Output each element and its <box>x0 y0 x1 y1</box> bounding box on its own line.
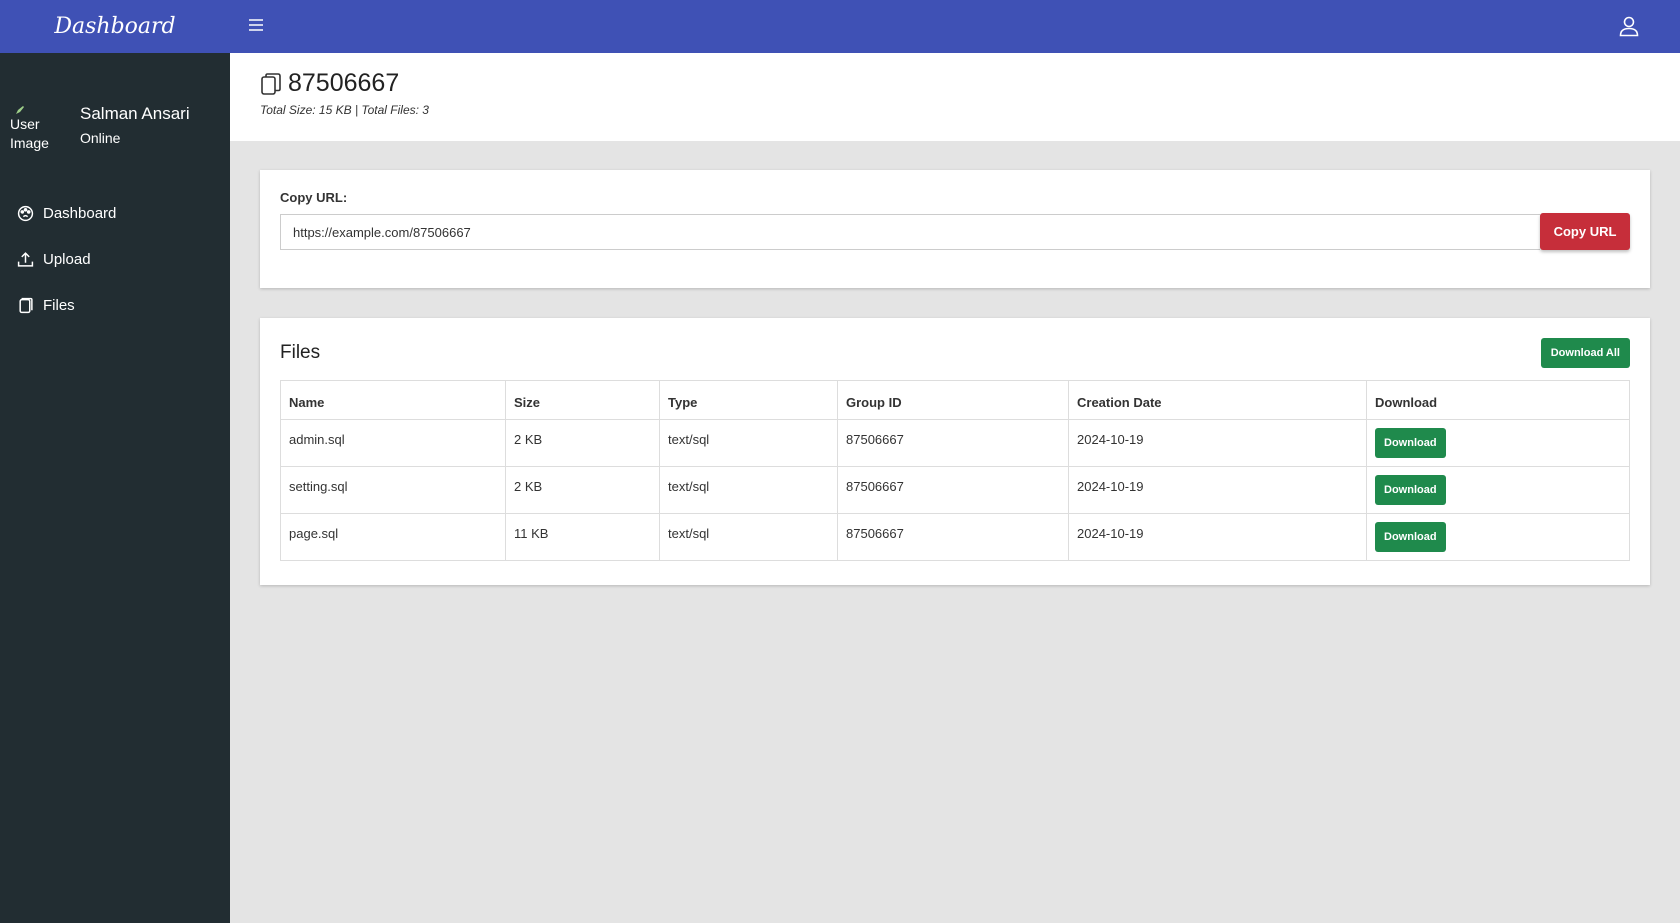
page-header: 87506667 Total Size: 15 KB | Total Files… <box>230 53 1680 141</box>
sidebar-item-files[interactable]: Files <box>0 282 230 328</box>
user-image: User Image <box>10 105 54 165</box>
file-name: admin.sql <box>280 419 506 467</box>
sidebar-item-dashboard[interactable]: Dashboard <box>0 190 230 236</box>
column-header-group-id[interactable]: Group ID <box>837 380 1069 420</box>
file-type: text/sql <box>659 419 838 467</box>
user-image-alt: User Image <box>10 115 49 151</box>
download-button[interactable]: Download <box>1375 428 1446 458</box>
palette-icon <box>17 205 34 221</box>
broken-image-icon <box>16 105 24 114</box>
copy-url-label: Copy URL: <box>280 190 348 205</box>
user-panel: User Image Salman Ansari Online <box>0 53 230 190</box>
column-header-creation-date[interactable]: Creation Date <box>1068 380 1367 420</box>
sidebar-item-label: Upload <box>43 250 91 268</box>
table-header-row: Name Size Type Group ID Creation Date Do… <box>280 380 1630 420</box>
page-subtitle: Total Size: 15 KB | Total Files: 3 <box>260 103 429 117</box>
sidebar-item-upload[interactable]: Upload <box>0 236 230 282</box>
file-group-id: 87506667 <box>837 419 1069 467</box>
sidebar-item-label: Dashboard <box>43 204 117 222</box>
files-card: Files Download All Name Size Type Group … <box>260 318 1650 585</box>
file-type: text/sql <box>659 466 838 514</box>
column-header-type[interactable]: Type <box>659 380 838 420</box>
column-header-name[interactable]: Name <box>280 380 506 420</box>
table-row: page.sql 11 KB text/sql 87506667 2024-10… <box>280 513 1630 561</box>
file-type: text/sql <box>659 513 838 561</box>
download-button[interactable]: Download <box>1375 522 1446 552</box>
user-name: Salman Ansari <box>80 103 190 123</box>
copy-url-button[interactable]: Copy URL <box>1540 213 1630 250</box>
sidebar: Dashboard User Image Salman Ansari Onlin… <box>0 0 230 923</box>
files-table: Name Size Type Group ID Creation Date Do… <box>280 380 1630 561</box>
file-size: 2 KB <box>505 419 660 467</box>
files-icon <box>261 72 281 95</box>
file-creation-date: 2024-10-19 <box>1068 466 1367 514</box>
column-header-size[interactable]: Size <box>505 380 660 420</box>
user-account-icon[interactable] <box>1618 15 1640 37</box>
brand-logo[interactable]: Dashboard <box>0 0 230 53</box>
column-header-download: Download <box>1366 380 1630 420</box>
sidebar-nav: Dashboard Upload Files <box>0 190 230 328</box>
table-row: admin.sql 2 KB text/sql 87506667 2024-10… <box>280 419 1630 467</box>
table-row: setting.sql 2 KB text/sql 87506667 2024-… <box>280 466 1630 514</box>
file-creation-date: 2024-10-19 <box>1068 513 1367 561</box>
file-group-id: 87506667 <box>837 466 1069 514</box>
page-title: 87506667 <box>288 69 400 97</box>
file-creation-date: 2024-10-19 <box>1068 419 1367 467</box>
download-button[interactable]: Download <box>1375 475 1446 505</box>
file-icon <box>19 297 33 313</box>
user-status: Online <box>80 129 121 146</box>
hamburger-menu-icon[interactable] <box>246 15 266 35</box>
file-size: 2 KB <box>505 466 660 514</box>
file-size: 11 KB <box>505 513 660 561</box>
file-name: setting.sql <box>280 466 506 514</box>
copy-url-card: Copy URL: Copy URL <box>260 170 1650 288</box>
sidebar-item-label: Files <box>43 296 75 314</box>
upload-icon <box>17 251 34 267</box>
files-title: Files <box>280 342 321 363</box>
topbar <box>230 0 1680 53</box>
url-field[interactable] <box>280 214 1540 250</box>
file-name: page.sql <box>280 513 506 561</box>
download-all-button[interactable]: Download All <box>1540 338 1630 368</box>
file-group-id: 87506667 <box>837 513 1069 561</box>
